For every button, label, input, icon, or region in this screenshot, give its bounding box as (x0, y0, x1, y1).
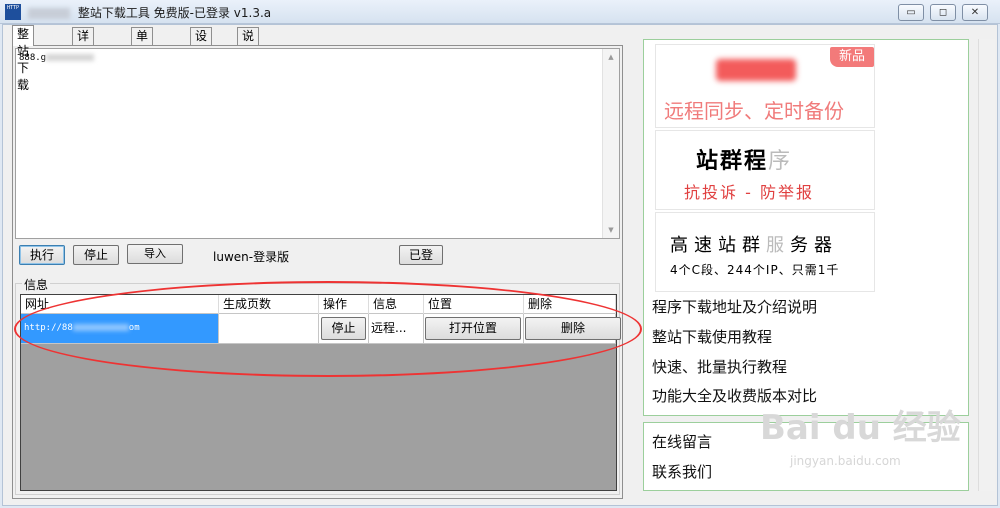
blurred-url (46, 54, 95, 61)
table-row[interactable]: http://88 om 停止 远程... 打开位置 删除 (21, 314, 621, 344)
stop-button[interactable]: 停止 (73, 245, 119, 265)
link-program-download[interactable]: 程序下载地址及介绍说明 (652, 296, 817, 317)
column-url[interactable]: 网址 (21, 295, 219, 314)
contact-panel: 在线留言 联系我们 (643, 422, 969, 491)
tab-settings[interactable]: 设置 (190, 27, 213, 60)
logged-in-button[interactable]: 已登 (399, 245, 443, 265)
right-panel-scrollbar[interactable] (978, 39, 995, 491)
user-label: luwen-登录版 (213, 250, 290, 264)
new-badge: 新品 (830, 47, 874, 67)
cell-pages (219, 314, 319, 344)
info-groupbox: 信息 网址 生成页数 操作 信息 位置 删除 http://88 om 停止 远… (15, 276, 621, 495)
execute-button[interactable]: 执行 (19, 245, 65, 265)
link-download-tutorial[interactable]: 整站下载使用教程 (652, 326, 772, 347)
site-download-panel: 888.g ▲ ▼ 执行 停止 导入 luwen-登录版 已登 信息 网址 生成… (12, 45, 623, 499)
tab-single-page[interactable]: 单页下载 (131, 27, 154, 94)
ad-banner-sync[interactable]: 新品 远程同步、定时备份 (655, 44, 875, 128)
ad-server-title: 高速站群服务器 (670, 235, 838, 256)
link-leave-message[interactable]: 在线留言 (652, 431, 712, 452)
blurred-url-cell (72, 324, 129, 331)
window-title: 整站下载工具 免费版-已登录 v1.3.a (28, 4, 271, 21)
url-input-scrollbar[interactable]: ▲ ▼ (602, 49, 619, 238)
tab-details[interactable]: 详细信息 (72, 27, 95, 94)
minimize-button[interactable]: ▭ (898, 4, 924, 21)
main-window: 整站下载 详细信息 单页下载 设置 说明 888.g ▲ ▼ 执行 停止 导入 … (2, 24, 998, 506)
link-contact-us[interactable]: 联系我们 (652, 461, 712, 482)
column-info[interactable]: 信息 (369, 295, 424, 314)
window-title-text: 整站下载工具 免费版-已登录 v1.3.a (77, 6, 272, 20)
cell-delete: 删除 (524, 314, 621, 344)
ad-sitegroup-title: 站群程序 (696, 149, 793, 174)
tab-help[interactable]: 说明 (237, 27, 260, 60)
promo-panel: 新品 远程同步、定时备份 站群程序 抗投诉 - 防举报 高速站群服务器 4个C段… (643, 39, 969, 416)
row-stop-button[interactable]: 停止 (321, 317, 366, 340)
import-button[interactable]: 导入 (127, 244, 183, 264)
cell-url[interactable]: http://88 om (21, 314, 219, 344)
column-delete[interactable]: 删除 (524, 295, 616, 314)
ad-banner-server[interactable]: 高速站群服务器 4个C段、244个IP、只需1千 (655, 212, 875, 292)
cell-location: 打开位置 (424, 314, 524, 344)
ad-sync-text: 远程同步、定时备份 (664, 99, 844, 123)
app-icon: HTTP (5, 4, 21, 20)
close-button[interactable]: ✕ (962, 4, 988, 21)
column-pages[interactable]: 生成页数 (219, 295, 319, 314)
blurred-title-part (28, 8, 70, 19)
tab-site-download[interactable]: 整站下载 (12, 25, 35, 92)
ad-banner-sitegroup[interactable]: 站群程序 抗投诉 - 防举报 (655, 130, 875, 210)
url-input[interactable]: 888.g ▲ ▼ (15, 48, 620, 239)
ad-sitegroup-sub: 抗投诉 - 防举报 (684, 183, 814, 202)
maximize-button[interactable]: ◻ (930, 4, 956, 21)
column-action[interactable]: 操作 (319, 295, 369, 314)
task-table: 网址 生成页数 操作 信息 位置 删除 http://88 om 停止 远程... (20, 294, 621, 491)
title-bar: HTTP 整站下载工具 免费版-已登录 v1.3.a ▭ ◻ ✕ (0, 0, 1000, 24)
url-input-text: 888.g (19, 53, 95, 63)
table-header: 网址 生成页数 操作 信息 位置 删除 (21, 295, 616, 314)
column-location[interactable]: 位置 (424, 295, 524, 314)
info-group-title: 信息 (22, 276, 51, 293)
link-feature-compare[interactable]: 功能大全及收费版本对比 (652, 385, 817, 406)
scroll-up-icon[interactable]: ▲ (603, 49, 619, 65)
cell-action: 停止 (319, 314, 369, 344)
scroll-down-icon[interactable]: ▼ (603, 222, 619, 238)
open-location-button[interactable]: 打开位置 (425, 317, 521, 340)
link-batch-tutorial[interactable]: 快速、批量执行教程 (652, 356, 787, 377)
delete-button[interactable]: 删除 (525, 317, 621, 340)
ad-logo (716, 59, 796, 81)
cell-info: 远程... (369, 314, 424, 344)
ad-server-sub: 4个C段、244个IP、只需1千 (670, 263, 840, 277)
